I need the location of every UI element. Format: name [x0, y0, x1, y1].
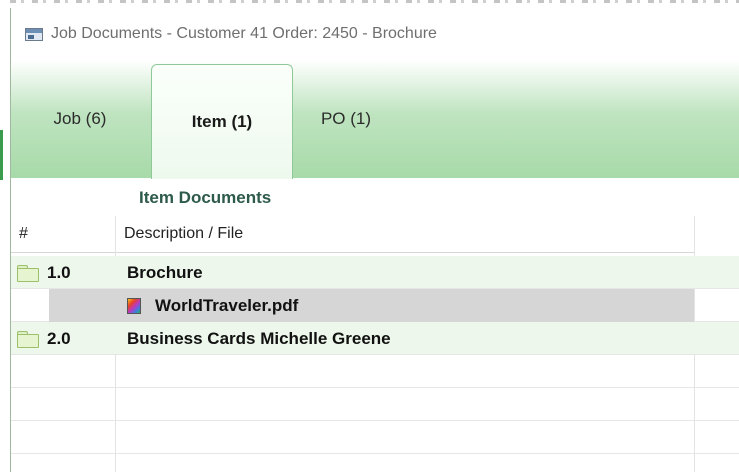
- file-cell: WorldTraveler.pdf: [127, 289, 298, 322]
- table-row-empty: [11, 355, 739, 388]
- table-row-folder-1[interactable]: 1.0 Brochure: [11, 256, 739, 289]
- row-description: Business Cards Michelle Greene: [127, 328, 391, 348]
- title-bar[interactable]: Job Documents - Customer 41 Order: 2450 …: [11, 8, 739, 60]
- background-window-edge: [0, 0, 739, 8]
- section-title: Item Documents: [139, 188, 272, 207]
- row-number: 1.0: [47, 262, 71, 282]
- table-row-file[interactable]: WorldTraveler.pdf: [11, 289, 739, 322]
- table-row-empty: [11, 421, 739, 454]
- folder-icon: [17, 264, 39, 282]
- column-header-description[interactable]: Description / File: [124, 225, 243, 243]
- tab-item[interactable]: Item (1): [151, 64, 293, 179]
- folder-icon: [17, 330, 39, 348]
- pdf-file-icon: [127, 297, 141, 314]
- window-title: Job Documents - Customer 41 Order: 2450 …: [51, 25, 437, 42]
- tab-job[interactable]: Job (6): [35, 60, 125, 178]
- tab-po[interactable]: PO (1): [311, 60, 381, 178]
- job-documents-window: Job Documents - Customer 41 Order: 2450 …: [10, 8, 739, 472]
- table-row-empty: [11, 388, 739, 421]
- grid-header: # Description / File: [11, 216, 694, 253]
- row-number: 2.0: [47, 328, 71, 348]
- window-app-icon: [25, 27, 43, 41]
- table-row-folder-2[interactable]: 2.0 Business Cards Michelle Greene: [11, 322, 739, 355]
- file-name[interactable]: WorldTraveler.pdf: [155, 296, 298, 316]
- documents-grid: # Description / File 1.0 Brochure WorldT…: [11, 216, 739, 472]
- background-window-accent: [0, 130, 3, 180]
- tab-bar: Job (6) Item (1) PO (1): [11, 60, 739, 179]
- row-description: Brochure: [127, 262, 203, 282]
- row-number-cell: 2.0: [17, 322, 71, 355]
- row-number-cell: 1.0: [17, 256, 71, 289]
- column-header-number[interactable]: #: [19, 225, 28, 243]
